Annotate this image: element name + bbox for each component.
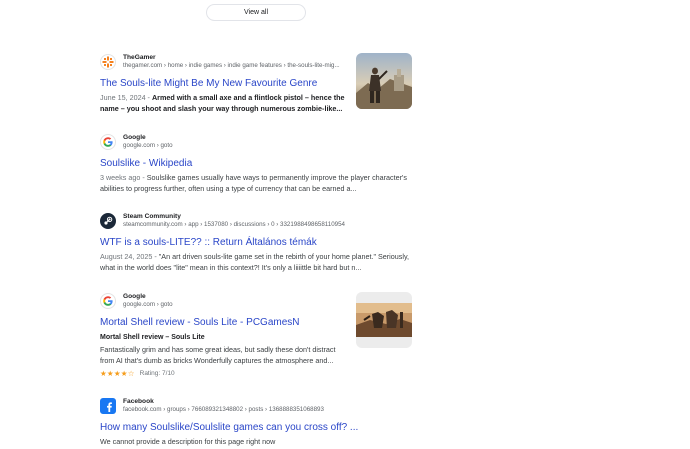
result-snippet: Fantastically grim and has some great id… — [100, 345, 336, 365]
result-rating: ★★★★☆ Rating: 7/10 — [100, 369, 412, 378]
result-snippet-text: Soulslike games usually have ways to per… — [100, 173, 407, 193]
result-title-link[interactable]: How many Soulslike/Soulslite games can y… — [100, 421, 412, 434]
result-thumbnail[interactable] — [356, 53, 412, 109]
result-source[interactable]: Facebook facebook.com › groups › 7660893… — [100, 395, 412, 417]
result-snippet: We cannot provide a description for this… — [100, 437, 276, 446]
search-result: Steam Community steamcommunity.com › app… — [100, 210, 412, 273]
result-date: August 24, 2025 — [100, 252, 153, 261]
result-site-name: Steam Community — [123, 212, 181, 220]
thegamer-logo-icon — [100, 54, 116, 70]
result-date: 3 weeks ago — [100, 173, 141, 182]
result-date: June 15, 2024 — [100, 93, 146, 102]
result-thumbnail[interactable] — [356, 292, 412, 348]
result-site-name: TheGamer — [123, 53, 156, 61]
result-site-name: Google — [123, 133, 146, 141]
rating-text: Rating: 7/10 — [139, 370, 175, 377]
facebook-logo-icon — [100, 398, 116, 414]
result-breadcrumb: steamcommunity.com › app › 1537080 › dis… — [123, 221, 345, 228]
result-snippet: June 15, 2024 - Armed with a small axe a… — [100, 93, 350, 114]
result-site-name: Google — [123, 292, 146, 300]
result-snippet: August 24, 2025 - "An art driven souls-l… — [100, 252, 412, 273]
steam-logo-icon — [100, 213, 116, 229]
search-result: Google google.com › goto Soulslike - Wik… — [100, 131, 412, 194]
result-breadcrumb: thegamer.com › home › indie games › indi… — [123, 62, 340, 69]
result-snippet: 3 weeks ago - Soulslike games usually ha… — [100, 173, 412, 194]
search-result: Facebook facebook.com › groups › 7660893… — [100, 395, 412, 448]
result-breadcrumb: facebook.com › groups › 766089321348802 … — [123, 406, 324, 413]
rating-stars-icon: ★★★★☆ — [100, 369, 135, 378]
result-breadcrumb: google.com › goto — [123, 301, 173, 308]
result-title-link[interactable]: Soulslike - Wikipedia — [100, 157, 412, 170]
google-logo-icon — [100, 134, 116, 150]
result-breadcrumb: google.com › goto — [123, 142, 173, 149]
google-logo-icon — [100, 293, 116, 309]
result-source[interactable]: Google google.com › goto — [100, 131, 412, 153]
result-title-link[interactable]: WTF is a souls-LITE?? :: Return Általáno… — [100, 236, 412, 249]
view-all-button[interactable]: View all — [206, 4, 306, 21]
result-source[interactable]: Steam Community steamcommunity.com › app… — [100, 210, 412, 232]
result-site-name: Facebook — [123, 397, 154, 405]
